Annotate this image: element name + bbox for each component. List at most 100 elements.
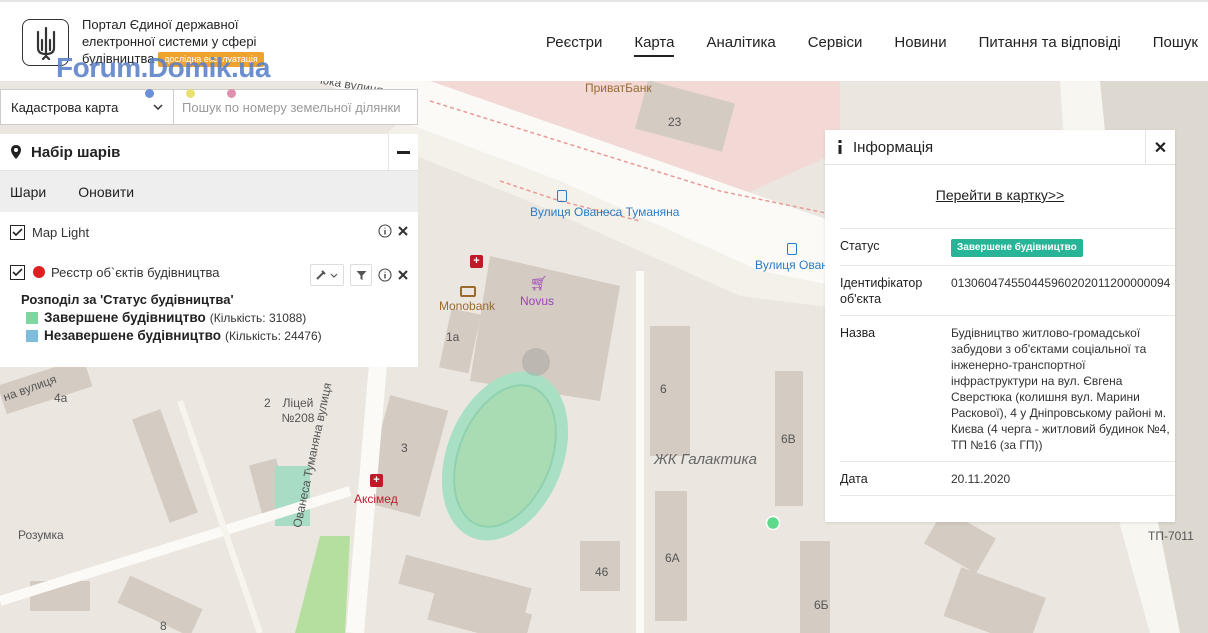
tab-layers[interactable]: Шари: [10, 184, 46, 200]
nav-search[interactable]: Пошук: [1153, 34, 1198, 57]
watermark-dot: [145, 89, 154, 98]
info-row-date: Дата 20.11.2020: [840, 461, 1175, 496]
bus-stop-icon[interactable]: [557, 190, 567, 202]
info-key: Дата: [840, 472, 868, 486]
nav-registries[interactable]: Реєстри: [546, 34, 602, 57]
layers-panel-title: Набір шарів: [31, 143, 121, 161]
map-label-building-46: 46: [595, 565, 609, 579]
layer-actions: [304, 264, 408, 286]
info-i-icon: [838, 140, 842, 154]
legend-label: Завершене будівництво: [44, 310, 206, 325]
info-row-name: Назва Будівництво житлово-громадської за…: [840, 315, 1175, 461]
brush-icon: [316, 270, 338, 280]
map-label-building-6v: 6В: [781, 432, 796, 446]
check-icon: [12, 227, 23, 236]
map-label-building-1a: 1а: [446, 330, 460, 344]
info-icon[interactable]: [378, 224, 392, 238]
shop-cart-icon[interactable]: 🛒︎: [530, 275, 548, 292]
layer-row: Map Light: [0, 222, 418, 242]
main-nav: Реєстри Карта Аналітика Сервіси Новини П…: [514, 34, 1198, 57]
map-label-bus-stop-2: Вулиця Ованеса Туманяна: [755, 258, 904, 272]
remove-layer-icon[interactable]: [398, 226, 408, 236]
info-key: Ідентифікатор об'єкта: [840, 276, 923, 306]
layer-name: Реєстр об`єктів будівництва: [51, 264, 220, 280]
info-row-status: Статус Завершене будівництво: [840, 228, 1175, 265]
map-label-building-3: 3: [401, 441, 408, 455]
layers-panel-header: Набір шарів: [0, 134, 418, 171]
map-label-rozumka: Розумка: [18, 528, 64, 542]
layer-actions: [372, 224, 408, 238]
close-button[interactable]: ✕: [1145, 130, 1175, 165]
filter-button[interactable]: [350, 264, 372, 286]
info-value: 013060474550445960202011200000094: [951, 276, 1171, 290]
legend-item: Незавершене будівництво (Кількість: 2447…: [26, 328, 418, 343]
info-key: Статус: [840, 239, 880, 253]
legend-swatch: [26, 311, 38, 324]
trident-icon: [36, 26, 55, 60]
info-row-id: Ідентифікатор об'єкта 013060474550445960…: [840, 265, 1175, 315]
info-value: 20.11.2020: [951, 472, 1011, 486]
info-value: Будівництво житлово-громадської забудови…: [951, 326, 1170, 452]
info-value: Завершене будівництво: [951, 238, 1175, 257]
map-type-value: Кадастрова карта: [11, 99, 119, 115]
check-icon: [12, 267, 23, 276]
layers-tabs: Шари Оновити: [0, 171, 418, 212]
map-label-tp: ТП-7011: [1148, 529, 1194, 543]
nav-map[interactable]: Карта: [634, 34, 675, 57]
map-label-building-6b: 6Б: [814, 598, 829, 612]
legend-count: (Кількість: 24476): [225, 328, 322, 343]
layer-checkbox[interactable]: [10, 224, 25, 240]
map-label-building-23: 23: [668, 115, 682, 129]
info-panel-title: Інформація: [853, 138, 934, 156]
legend-count: (Кількість: 31088): [209, 310, 307, 325]
nav-news[interactable]: Новини: [894, 34, 946, 57]
legend-item: Завершене будівництво (Кількість: 31088): [26, 310, 418, 325]
map-label-privatbank: ПриватБанк: [585, 81, 652, 95]
info-key: Назва: [840, 326, 876, 340]
watermark-dot: [186, 89, 195, 98]
map-label-building-4a: 4а: [54, 391, 68, 405]
clinic-icon[interactable]: +: [370, 474, 383, 487]
remove-layer-icon[interactable]: [398, 270, 408, 280]
nav-faq[interactable]: Питання та відповіді: [979, 34, 1121, 57]
map-label-building-2: 2: [264, 396, 271, 410]
layer-color-dot: [33, 266, 45, 278]
info-icon[interactable]: [378, 268, 392, 282]
info-table: Статус Завершене будівництво Ідентифікат…: [840, 228, 1175, 496]
collapse-button[interactable]: [388, 134, 418, 171]
watermark-dot: [227, 89, 236, 98]
parcel-search-input[interactable]: Пошук по номеру земельної ділянки: [174, 89, 418, 125]
nav-services[interactable]: Сервіси: [808, 34, 863, 57]
info-panel: Інформація ✕ Перейти в картку>> Статус З…: [825, 130, 1175, 522]
open-card-link[interactable]: Перейти в картку>>: [825, 187, 1175, 203]
status-badge: Завершене будівництво: [951, 239, 1083, 257]
info-panel-header: Інформація ✕: [825, 130, 1175, 165]
map-label-building-6a: 6А: [665, 551, 680, 565]
map-pin-icon: [11, 145, 21, 159]
legend-swatch: [26, 329, 38, 342]
layer-name: Map Light: [32, 224, 90, 240]
layer-checkbox[interactable]: [10, 264, 25, 280]
map-label-aksimed: Аксімед: [354, 492, 398, 506]
legend-title: Розподіл за 'Статус будівництва': [21, 292, 234, 307]
bus-stop-icon-2[interactable]: [787, 243, 797, 255]
map-label-building-6: 6: [660, 382, 667, 396]
bank-icon[interactable]: [460, 286, 476, 297]
filter-icon: [356, 270, 366, 280]
layers-panel: Набір шарів Шари Оновити Map Light Реєст…: [0, 134, 418, 367]
map-label-monobank: Monobank: [439, 299, 496, 313]
legend-label: Незавершене будівництво: [44, 328, 222, 343]
pharmacy-icon[interactable]: +: [470, 255, 483, 268]
nav-analytics[interactable]: Аналітика: [706, 34, 775, 57]
style-dropdown-button[interactable]: [310, 264, 344, 286]
map-label-bus-stop: Вулиця Ованеса Туманяна: [530, 205, 679, 219]
map-label-novus: Novus: [520, 294, 555, 308]
layer-row: Реєстр об`єктів будівництва: [0, 262, 418, 286]
map-label-galaktika: ЖК Галактика: [654, 451, 757, 468]
close-icon: ✕: [1153, 139, 1168, 157]
watermark: Forum.Domik.ua: [56, 52, 270, 83]
chevron-down-icon: [153, 104, 163, 110]
map-label-building-8: 8: [160, 619, 167, 633]
tab-refresh[interactable]: Оновити: [78, 184, 134, 200]
minus-icon: [397, 151, 410, 154]
